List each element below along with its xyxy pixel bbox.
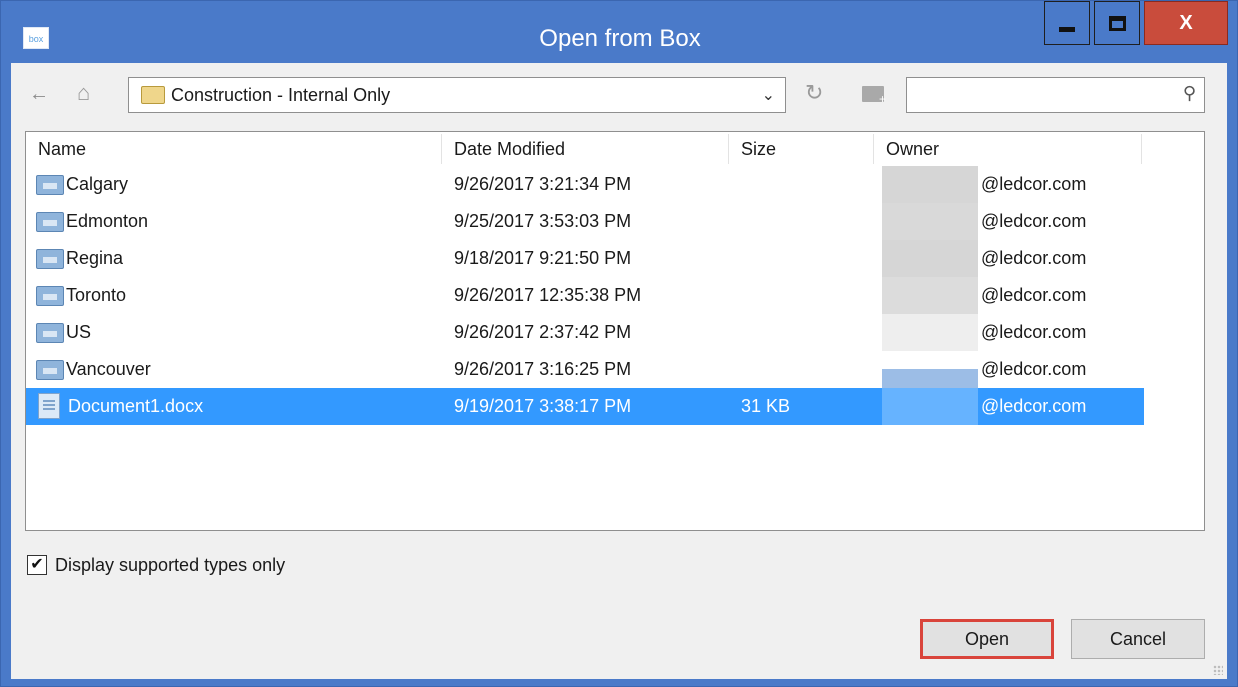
column-header-filler (1142, 134, 1204, 164)
item-size: 31 KB (741, 396, 791, 416)
list-item[interactable]: US 9/26/2017 2:37:42 PM @ledcor.com (26, 314, 1144, 351)
redacted-owner-name (882, 388, 978, 425)
item-date: 9/26/2017 3:16:25 PM (454, 359, 632, 379)
item-name: Edmonton (66, 211, 149, 231)
open-button[interactable]: Open (920, 619, 1054, 659)
item-name: Toronto (66, 285, 127, 305)
file-list[interactable]: Name Date Modified Size Owner Calgary 9/… (25, 131, 1205, 531)
search-field[interactable] (915, 85, 1165, 105)
item-owner: @ledcor.com (981, 322, 1087, 342)
item-name: Document1.docx (68, 396, 204, 416)
redacted-owner-name (882, 166, 978, 203)
item-owner: @ledcor.com (981, 248, 1087, 268)
new-folder-icon[interactable] (862, 86, 886, 106)
dialog-window: box Open from Box X ← ⌂ Construction - I… (0, 0, 1238, 687)
title-bar[interactable]: box Open from Box X (1, 1, 1237, 63)
item-owner: @ledcor.com (981, 359, 1087, 379)
list-item[interactable]: Toronto 9/26/2017 12:35:38 PM @ledcor.co… (26, 277, 1144, 314)
item-name: Regina (66, 248, 124, 268)
minimize-button[interactable] (1044, 1, 1090, 45)
item-name: Calgary (66, 174, 129, 194)
column-header-size[interactable]: Size (729, 134, 874, 164)
redacted-owner-name (882, 369, 978, 388)
list-item[interactable]: Edmonton 9/25/2017 3:53:03 PM @ledcor.co… (26, 203, 1144, 240)
item-owner: @ledcor.com (981, 174, 1087, 194)
minimize-icon (1059, 26, 1075, 32)
redacted-owner-name (882, 203, 978, 240)
item-name: Vancouver (66, 359, 151, 379)
refresh-icon[interactable]: ↻ (805, 80, 823, 106)
dialog-body: ← ⌂ Construction - Internal Only ⌄ ↻ ⚲ N… (11, 63, 1227, 679)
cancel-button[interactable]: Cancel (1071, 619, 1205, 659)
item-date: 9/25/2017 3:53:03 PM (454, 211, 632, 231)
back-arrow-icon[interactable]: ← (29, 83, 49, 106)
shared-folder-icon (36, 286, 64, 306)
item-owner: @ledcor.com (981, 396, 1087, 416)
supported-types-label[interactable]: Display supported types only (55, 555, 285, 576)
chevron-down-icon[interactable]: ⌄ (762, 85, 775, 105)
shared-folder-icon (36, 212, 64, 232)
close-icon: X (1179, 11, 1193, 34)
list-item[interactable]: Regina 9/18/2017 9:21:50 PM @ledcor.com (26, 240, 1144, 277)
shared-folder-icon (36, 175, 64, 195)
list-item[interactable]: Vancouver 9/26/2017 3:16:25 PM @ledcor.c… (26, 351, 1144, 388)
maximize-button[interactable] (1094, 1, 1140, 45)
shared-folder-icon (36, 249, 64, 269)
item-date: 9/19/2017 3:38:17 PM (454, 396, 632, 416)
redacted-owner-name (882, 240, 978, 277)
shared-folder-icon (36, 360, 64, 380)
resize-grip[interactable] (1213, 665, 1223, 675)
item-name: US (66, 322, 92, 342)
folder-icon (141, 86, 165, 104)
maximize-icon (1108, 15, 1126, 31)
path-dropdown[interactable]: Construction - Internal Only ⌄ (128, 77, 786, 113)
home-icon[interactable]: ⌂ (77, 80, 90, 106)
search-input[interactable]: ⚲ (906, 77, 1205, 113)
item-owner: @ledcor.com (981, 211, 1087, 231)
item-date: 9/26/2017 12:35:38 PM (454, 285, 642, 305)
column-header-name[interactable]: Name (26, 134, 442, 164)
document-icon (38, 393, 60, 419)
close-button[interactable]: X (1144, 1, 1228, 45)
redacted-owner-name (882, 314, 978, 351)
supported-types-checkbox[interactable]: ✔ (27, 555, 47, 575)
list-item[interactable]: Calgary 9/26/2017 3:21:34 PM @ledcor.com (26, 166, 1144, 203)
current-path: Construction - Internal Only (171, 85, 391, 105)
item-date: 9/26/2017 3:21:34 PM (454, 174, 632, 194)
search-icon[interactable]: ⚲ (1183, 83, 1196, 104)
item-owner: @ledcor.com (981, 285, 1087, 305)
item-date: 9/18/2017 9:21:50 PM (454, 248, 632, 268)
redacted-owner-name (882, 277, 978, 314)
item-date: 9/26/2017 2:37:42 PM (454, 322, 632, 342)
column-header-owner[interactable]: Owner (874, 134, 1142, 164)
column-header-date-modified[interactable]: Date Modified (442, 134, 729, 164)
list-item-selected[interactable]: Document1.docx 9/19/2017 3:38:17 PM 31 K… (26, 388, 1144, 425)
shared-folder-icon (36, 323, 64, 343)
